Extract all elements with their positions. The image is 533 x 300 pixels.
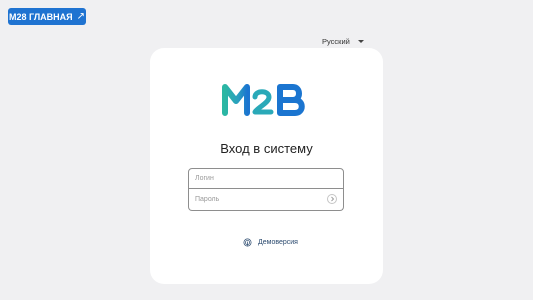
language-selected-label: Русский [322, 36, 350, 46]
login-card: Вход в систему Демоверсия [150, 48, 383, 284]
language-select[interactable]: Русский [322, 36, 364, 46]
login-title: Вход в систему [220, 141, 313, 156]
demo-version-link[interactable]: Демоверсия [243, 238, 298, 247]
home-button-label: M28 ГЛАВНАЯ [8, 11, 73, 22]
caret-down-icon [358, 39, 364, 43]
m2b-logo [222, 84, 305, 116]
m28-home-button[interactable]: M28 ГЛАВНАЯ ↗ [8, 8, 86, 25]
demo-link-label: Демоверсия [258, 239, 298, 246]
fingerprint-icon [243, 238, 252, 247]
password-field-wrapper [188, 189, 344, 211]
login-field-wrapper [188, 168, 344, 189]
chevron-right-icon [330, 196, 334, 202]
login-input[interactable] [195, 175, 325, 182]
external-arrow-icon: ↗ [76, 10, 86, 22]
page: M28 ГЛАВНАЯ ↗ Русский Вход в систему Лог… [0, 0, 533, 300]
password-input[interactable] [195, 196, 325, 203]
submit-button[interactable] [327, 194, 337, 204]
